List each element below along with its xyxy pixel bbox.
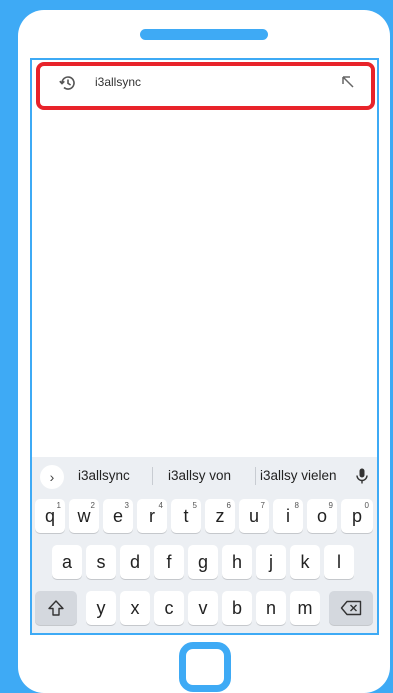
prediction-bar: › i3allsync i3allsy von i3allsy vielen	[32, 457, 377, 494]
arrow-up-left-icon[interactable]	[340, 74, 356, 90]
backspace-key[interactable]	[329, 591, 373, 625]
key-letter: u	[248, 505, 259, 526]
key-digit: 2	[90, 501, 95, 510]
key-letter: i	[286, 505, 290, 526]
key-f[interactable]: f	[154, 545, 184, 579]
key-h[interactable]: h	[222, 545, 252, 579]
key-digit: 4	[158, 501, 163, 510]
key-letter: t	[183, 505, 189, 526]
key-letter: p	[351, 505, 362, 526]
key-digit: 3	[124, 501, 129, 510]
key-digit: 6	[226, 501, 231, 510]
backspace-icon	[340, 600, 362, 616]
key-letter: o	[316, 505, 327, 526]
expand-toolbar-button[interactable]: ›	[40, 465, 64, 489]
key-d[interactable]: d	[120, 545, 150, 579]
key-letter: r	[149, 505, 155, 526]
key-z[interactable]: z 6	[205, 499, 235, 533]
phone-screen: i3allsync › i3allsync i3allsy von i3alls…	[30, 58, 379, 635]
key-p[interactable]: p 0	[341, 499, 373, 533]
key-a[interactable]: a	[52, 545, 82, 579]
search-suggestion-row[interactable]: i3allsync	[36, 62, 375, 110]
key-i[interactable]: i 8	[273, 499, 303, 533]
history-icon	[59, 76, 75, 90]
key-x[interactable]: x	[120, 591, 150, 625]
key-m[interactable]: m	[290, 591, 320, 625]
key-digit: 7	[260, 501, 265, 510]
key-v[interactable]: v	[188, 591, 218, 625]
key-t[interactable]: t 5	[171, 499, 201, 533]
on-screen-keyboard: › i3allsync i3allsy von i3allsy vielen q…	[32, 457, 377, 633]
microphone-icon[interactable]	[356, 468, 368, 484]
key-letter: e	[112, 505, 123, 526]
key-o[interactable]: o 9	[307, 499, 337, 533]
key-b[interactable]: b	[222, 591, 252, 625]
key-digit: 0	[364, 501, 369, 510]
key-n[interactable]: n	[256, 591, 286, 625]
prediction-divider	[255, 467, 256, 485]
key-l[interactable]: l	[324, 545, 354, 579]
key-digit: 5	[192, 501, 197, 510]
prediction-3[interactable]: i3allsy vielen	[260, 468, 337, 483]
key-g[interactable]: g	[188, 545, 218, 579]
prediction-divider	[152, 467, 153, 485]
key-k[interactable]: k	[290, 545, 320, 579]
key-letter: w	[77, 505, 91, 526]
key-digit: 1	[56, 501, 61, 510]
key-c[interactable]: c	[154, 591, 184, 625]
key-r[interactable]: r 4	[137, 499, 167, 533]
key-u[interactable]: u 7	[239, 499, 269, 533]
key-s[interactable]: s	[86, 545, 116, 579]
key-letter: q	[44, 505, 55, 526]
prediction-2[interactable]: i3allsy von	[168, 468, 231, 483]
shift-key[interactable]	[35, 591, 77, 625]
suggestion-text: i3allsync	[95, 75, 142, 89]
key-w[interactable]: w 2	[69, 499, 99, 533]
key-j[interactable]: j	[256, 545, 286, 579]
phone-speaker	[140, 29, 268, 40]
key-digit: 8	[294, 501, 299, 510]
key-digit: 9	[328, 501, 333, 510]
key-letter: z	[215, 505, 225, 526]
prediction-1[interactable]: i3allsync	[78, 468, 130, 483]
home-button[interactable]	[179, 642, 231, 692]
key-e[interactable]: e 3	[103, 499, 133, 533]
shift-icon	[48, 600, 64, 616]
chevron-right-icon: ›	[49, 469, 55, 485]
key-y[interactable]: y	[86, 591, 116, 625]
phone-frame: i3allsync › i3allsync i3allsy von i3alls…	[18, 10, 390, 693]
key-q[interactable]: q 1	[35, 499, 65, 533]
